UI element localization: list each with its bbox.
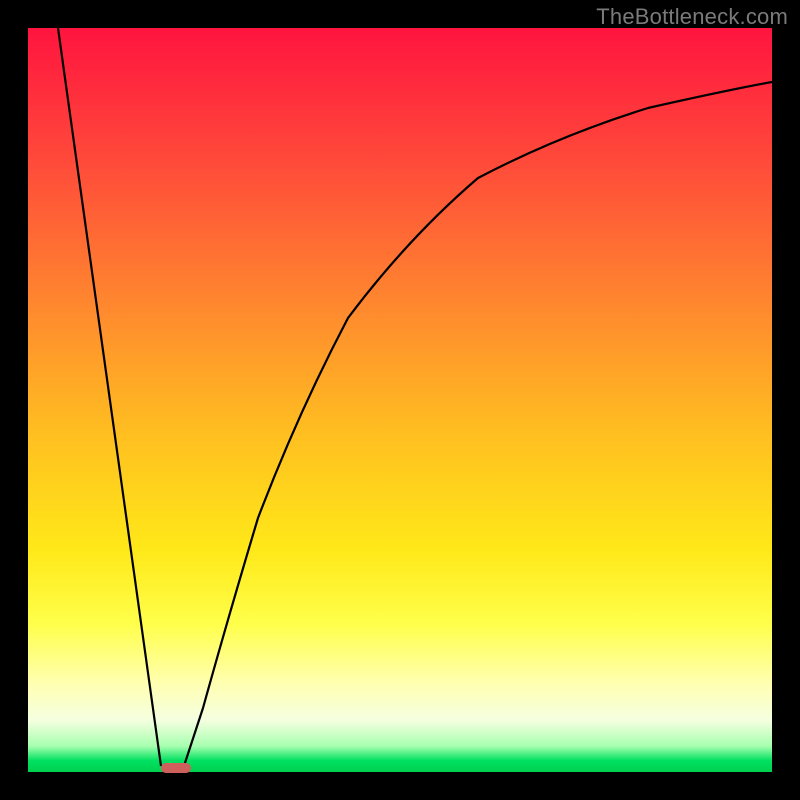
- watermark-text: TheBottleneck.com: [596, 4, 788, 30]
- right-curve: [184, 82, 772, 766]
- minimum-marker: [161, 763, 191, 773]
- left-line: [58, 28, 161, 766]
- curve-layer: [28, 28, 772, 772]
- chart-frame: TheBottleneck.com: [0, 0, 800, 800]
- plot-area: [28, 28, 772, 772]
